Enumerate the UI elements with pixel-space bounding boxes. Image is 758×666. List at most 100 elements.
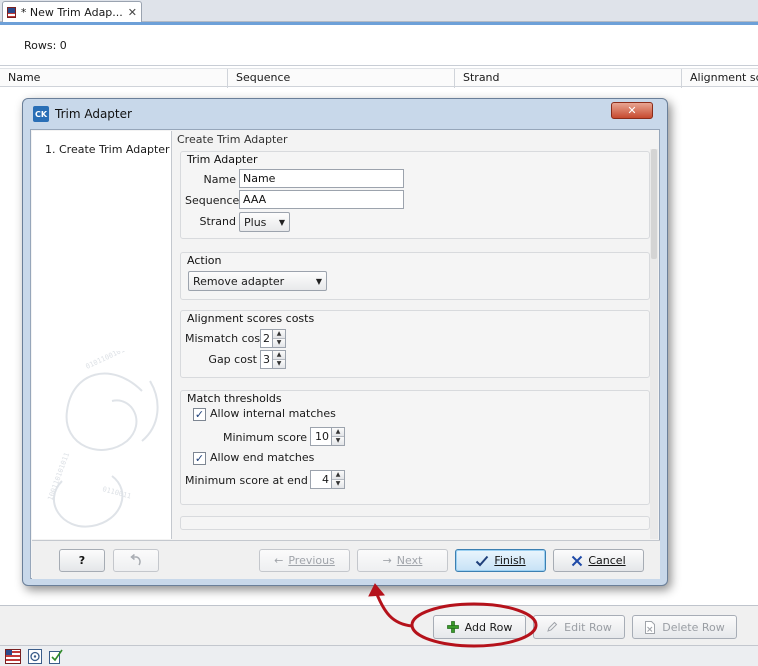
delete-row-button[interactable]: Delete Row: [632, 615, 737, 639]
name-input[interactable]: [239, 169, 404, 188]
spin-down-icon[interactable]: ▼: [273, 339, 285, 347]
edit-row-button[interactable]: Edit Row: [533, 615, 625, 639]
pencil-icon: [547, 621, 558, 632]
sequence-input[interactable]: [239, 190, 404, 209]
trim-adapter-group: Trim Adapter Name Sequence Strand Plus ▼: [180, 151, 650, 239]
trim-adapter-dialog: CK Trim Adapter ✕ 1. Create Trim Adapter…: [22, 98, 668, 586]
next-button[interactable]: → Next: [357, 549, 448, 572]
minimum-score-stepper[interactable]: 10 ▲ ▼: [310, 427, 345, 446]
mismatch-cost-stepper[interactable]: 2 ▲ ▼: [260, 329, 286, 348]
content-title: Create Trim Adapter: [177, 133, 288, 146]
view-switcher-bar: [0, 645, 758, 666]
dialog-footer: ? ← Previous → Next Finish Cancel: [32, 540, 660, 579]
wizard-content-panel: Create Trim Adapter Trim Adapter Name Se…: [173, 131, 659, 539]
strand-label: Strand: [199, 215, 236, 228]
previous-label: Previous: [288, 554, 335, 567]
column-header-name[interactable]: Name: [0, 69, 228, 88]
allow-end-matches-label: Allow end matches: [210, 451, 315, 464]
dialog-title-bar: CK Trim Adapter: [33, 106, 132, 122]
dialog-close-button[interactable]: ✕: [611, 102, 653, 119]
cancel-x-icon: [572, 555, 583, 566]
gap-cost-value[interactable]: 3: [260, 350, 273, 369]
reset-arrow-icon: [130, 553, 141, 565]
reset-button[interactable]: [113, 549, 159, 572]
action-dropdown-value: Remove adapter: [193, 274, 285, 288]
minimum-score-label: Minimum score: [222, 431, 307, 444]
strand-dropdown-value: Plus: [244, 215, 267, 229]
spin-up-icon[interactable]: ▲: [273, 330, 285, 339]
finish-button[interactable]: Finish: [455, 549, 546, 572]
collapsed-group: [180, 516, 650, 530]
strand-dropdown[interactable]: Plus ▼: [239, 212, 290, 232]
minimum-score-at-end-label: Minimum score at end: [185, 474, 308, 487]
delete-row-label: Delete Row: [662, 620, 725, 634]
dialog-title: Trim Adapter: [55, 107, 132, 121]
clc-logo-icon: CK: [33, 106, 49, 122]
tab-new-trim-adapter[interactable]: * New Trim Adap... ✕: [2, 1, 142, 22]
delete-document-icon: [645, 620, 656, 634]
spin-up-icon[interactable]: ▲: [332, 428, 344, 437]
checkmark-icon: [476, 555, 489, 566]
column-header-strand[interactable]: Strand: [455, 69, 682, 88]
column-header-alignment-score[interactable]: Alignment scor: [682, 69, 758, 88]
help-button[interactable]: ?: [59, 549, 105, 572]
allow-end-matches-checkbox[interactable]: ✓: [193, 452, 206, 465]
allow-internal-matches-checkbox[interactable]: ✓: [193, 408, 206, 421]
alignment-scores-group-title: Alignment scores costs: [187, 312, 315, 325]
history-icon[interactable]: [48, 649, 64, 664]
action-group-title: Action: [187, 254, 222, 267]
table-view-icon[interactable]: [5, 649, 21, 664]
add-row-label: Add Row: [464, 620, 513, 634]
tab-label: * New Trim Adap...: [20, 5, 123, 19]
minimum-score-at-end-value[interactable]: 4: [310, 470, 332, 489]
content-scrollbar[interactable]: [650, 149, 658, 539]
scrollbar-thumb[interactable]: [651, 149, 657, 259]
column-header-sequence[interactable]: Sequence: [228, 69, 455, 88]
action-dropdown[interactable]: Remove adapter ▼: [188, 271, 327, 291]
arrow-right-icon: →: [382, 554, 392, 567]
tab-close-icon[interactable]: ✕: [128, 6, 137, 19]
rows-count: Rows: 0: [24, 39, 67, 52]
wizard-steps-panel: 1. Create Trim Adapter 0101100101 100110…: [32, 131, 172, 539]
next-label: Next: [396, 554, 423, 567]
match-thresholds-group-title: Match thresholds: [187, 392, 282, 405]
add-row-button[interactable]: Add Row: [433, 615, 526, 639]
wizard-step-create-trim-adapter[interactable]: 1. Create Trim Adapter: [45, 143, 170, 156]
editor-tab-bar: * New Trim Adap... ✕: [0, 0, 758, 22]
sequence-label: Sequence: [185, 194, 240, 207]
action-group: Action Remove adapter ▼: [180, 252, 650, 300]
cancel-label: Cancel: [588, 554, 626, 567]
name-label: Name: [203, 173, 236, 186]
minimum-score-value[interactable]: 10: [310, 427, 332, 446]
plus-icon: [446, 621, 459, 633]
trim-adapter-list-icon: [7, 6, 16, 18]
spin-up-icon[interactable]: ▲: [273, 351, 285, 360]
gap-cost-stepper[interactable]: 3 ▲ ▼: [260, 350, 286, 369]
cancel-button[interactable]: Cancel: [553, 549, 644, 572]
spin-down-icon[interactable]: ▼: [273, 360, 285, 368]
mismatch-cost-label: Mismatch cost: [185, 332, 265, 345]
divider: [0, 65, 758, 66]
match-thresholds-group: Match thresholds ✓ Allow internal matche…: [180, 390, 650, 505]
gap-cost-label: Gap cost: [208, 353, 257, 366]
trim-adapter-group-title: Trim Adapter: [187, 153, 258, 166]
chevron-down-icon: ▼: [278, 217, 285, 227]
arrow-left-icon: ←: [274, 554, 284, 567]
table-header: Name Sequence Strand Alignment scor: [0, 68, 758, 88]
info-view-icon[interactable]: [27, 649, 43, 664]
mismatch-cost-value[interactable]: 2: [260, 329, 273, 348]
svg-text:0101100101: 0101100101: [84, 351, 126, 371]
finish-label: Finish: [494, 554, 526, 567]
allow-internal-matches-label: Allow internal matches: [210, 407, 336, 420]
spin-up-icon[interactable]: ▲: [332, 471, 344, 480]
chevron-down-icon: ▼: [315, 276, 322, 286]
spin-down-icon[interactable]: ▼: [332, 480, 344, 488]
svg-text:100110101011: 100110101011: [46, 451, 71, 501]
svg-text:0110011: 0110011: [101, 485, 132, 500]
previous-button[interactable]: ← Previous: [259, 549, 350, 572]
dialog-body: 1. Create Trim Adapter 0101100101 100110…: [30, 129, 660, 579]
spin-down-icon[interactable]: ▼: [332, 437, 344, 445]
dna-swirl-decoration-icon: 0101100101 100110101011 0110011: [46, 351, 159, 528]
minimum-score-at-end-stepper[interactable]: 4 ▲ ▼: [310, 470, 345, 489]
alignment-scores-group: Alignment scores costs Mismatch cost 2 ▲…: [180, 310, 650, 378]
